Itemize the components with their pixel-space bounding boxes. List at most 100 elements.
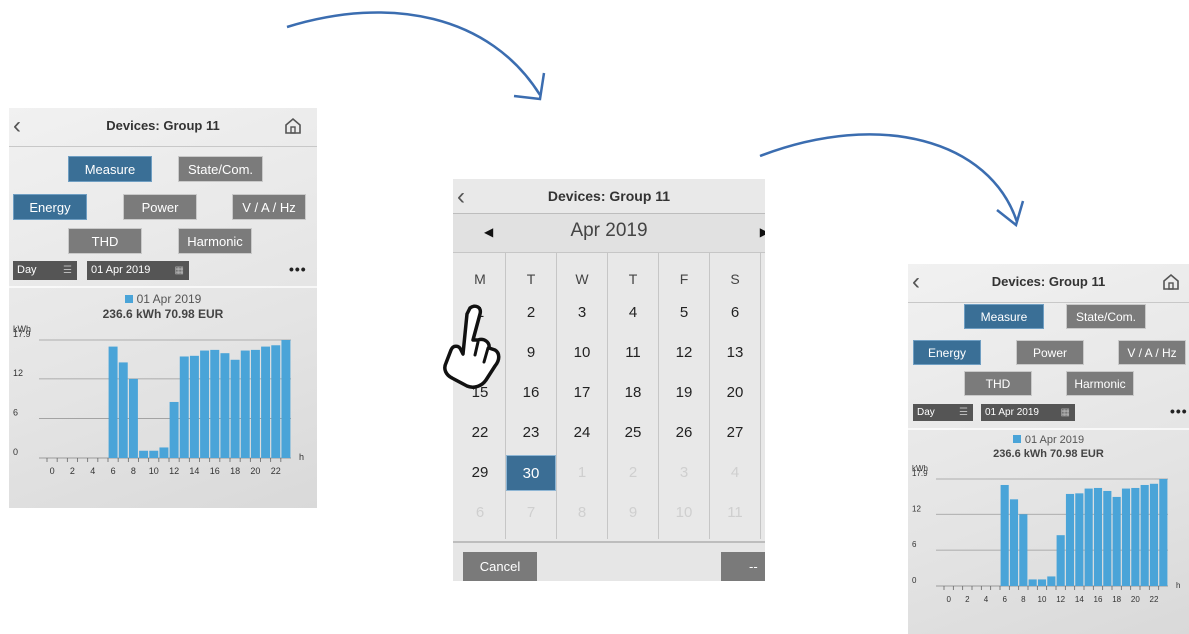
bar	[1131, 487, 1140, 586]
x-tick-label: 10	[149, 466, 159, 476]
x-tick-label: 12	[169, 466, 179, 476]
calendar-day[interactable]: 26	[659, 415, 709, 451]
calendar-day[interactable]: 22	[455, 415, 505, 451]
calendar-day[interactable]: 6	[710, 295, 760, 331]
calendar-day[interactable]: 29	[455, 455, 505, 491]
date-select[interactable]: 01 Apr 2019 ▦	[87, 261, 189, 280]
bar	[240, 350, 250, 458]
header: ‹ Devices: Group 11	[908, 264, 1189, 303]
divider	[908, 428, 1189, 430]
mode-harmonic[interactable]: Harmonic	[178, 228, 252, 254]
x-tick-label: 0	[946, 595, 951, 604]
more-icon[interactable]: •••	[289, 261, 307, 277]
x-tick-label: 20	[250, 466, 260, 476]
bar	[159, 447, 169, 458]
tab-measure[interactable]: Measure	[68, 156, 152, 182]
cancel-button[interactable]: Cancel	[463, 552, 537, 581]
calendar-day[interactable]: 9	[506, 335, 556, 371]
calendar-day: 7	[526, 504, 536, 521]
x-tick-label: 12	[1056, 595, 1065, 604]
calendar-day[interactable]: 11	[608, 335, 658, 371]
bar	[108, 346, 118, 458]
x-tick-label: 16	[210, 466, 220, 476]
arrow-head-1	[513, 72, 546, 101]
tab-state-com[interactable]: State/Com.	[1066, 304, 1146, 329]
calendar-day[interactable]: 23	[506, 415, 556, 451]
mode-power[interactable]: Power	[1016, 340, 1084, 365]
bar	[169, 401, 179, 458]
calendar-column-divider	[760, 253, 761, 539]
calendar-day[interactable]: 2	[506, 295, 556, 331]
bar	[1075, 493, 1084, 586]
calendar-day[interactable]: 20	[710, 375, 760, 411]
device-screen-before: ‹ Devices: Group 11 Measure State/Com. E…	[9, 108, 317, 508]
mode-v-a-hz[interactable]: V / A / Hz	[1118, 340, 1186, 365]
header: ‹ Devices: Group 11	[9, 108, 317, 147]
calendar-day[interactable]: 25	[608, 415, 658, 451]
calendar-day[interactable]: 12	[659, 335, 709, 371]
page-title: Devices: Group 11	[991, 274, 1106, 289]
y-tick-label: 6	[13, 407, 18, 417]
mode-energy[interactable]: Energy	[13, 194, 87, 220]
header: ‹ Devices: Group 11	[453, 179, 765, 214]
calendar-day[interactable]: 18	[608, 375, 658, 411]
bar	[200, 350, 210, 458]
calendar-day[interactable]: 24	[557, 415, 607, 451]
mode-power[interactable]: Power	[123, 194, 197, 220]
period-select[interactable]: Day ☰	[13, 261, 77, 280]
y-tick-label: 12	[13, 368, 23, 378]
x-tick-label: 2	[965, 595, 970, 604]
bar	[250, 349, 260, 458]
calendar-day: 3	[679, 464, 689, 481]
ok-button[interactable]: --	[721, 552, 765, 581]
bar	[128, 378, 138, 458]
bar	[1065, 493, 1075, 586]
calendar-day[interactable]: 4	[608, 295, 658, 331]
calendar-day[interactable]: 19	[659, 375, 709, 411]
calendar-day[interactable]: 10	[557, 335, 607, 371]
mode-v-a-hz[interactable]: V / A / Hz	[232, 194, 306, 220]
x-tick-label: 22	[271, 466, 281, 476]
list-icon: ☰	[63, 265, 72, 276]
bar	[189, 355, 199, 458]
calendar-day: 4	[730, 464, 740, 481]
x-tick-label: 6	[111, 466, 116, 476]
bar	[1037, 579, 1047, 586]
device-screen-after: ‹ Devices: Group 11 Measure State/Com. E…	[908, 264, 1189, 634]
month-navigator: ◀ Apr 2019 ▶	[453, 214, 765, 253]
weekday-header: T	[526, 271, 536, 287]
x-tick-label: 4	[90, 466, 95, 476]
tab-state-com[interactable]: State/Com.	[178, 156, 263, 182]
calendar-day: 1	[577, 464, 587, 481]
next-month-icon[interactable]: ▶	[760, 225, 765, 239]
y-tick-label: 0	[912, 576, 917, 585]
calendar-day[interactable]: 16	[506, 375, 556, 411]
mode-energy[interactable]: Energy	[913, 340, 981, 365]
home-icon[interactable]	[1161, 272, 1181, 292]
period-select[interactable]: Day ☰	[913, 404, 973, 421]
mode-thd[interactable]: THD	[68, 228, 142, 254]
period-value: Day	[917, 407, 935, 418]
calendar-icon: ▦	[174, 265, 184, 276]
calendar-day[interactable]: 3	[557, 295, 607, 331]
x-tick-label: 8	[1021, 595, 1026, 604]
home-icon[interactable]	[283, 116, 303, 136]
date-select[interactable]: 01 Apr 2019 ▦	[981, 404, 1075, 421]
legend-swatch	[1012, 435, 1021, 443]
calendar-day[interactable]: 27	[710, 415, 760, 451]
dialog-footer: Cancel --	[453, 541, 765, 581]
weekday-header: W	[575, 271, 589, 287]
y-tick-label: 0	[13, 447, 18, 457]
calendar-day[interactable]: 13	[710, 335, 760, 371]
calendar-day[interactable]: 5	[659, 295, 709, 331]
mode-thd[interactable]: THD	[964, 371, 1032, 396]
tab-measure[interactable]: Measure	[964, 304, 1044, 329]
bar	[1000, 484, 1009, 586]
calendar-icon: ▦	[1060, 407, 1070, 418]
calendar-day[interactable]: 17	[557, 375, 607, 411]
x-tick-label: 6	[1002, 595, 1007, 604]
more-icon[interactable]: •••	[1170, 403, 1188, 419]
calendar-day[interactable]: 30	[506, 455, 556, 491]
mode-harmonic[interactable]: Harmonic	[1066, 371, 1134, 396]
calendar-day: 2	[628, 464, 638, 481]
